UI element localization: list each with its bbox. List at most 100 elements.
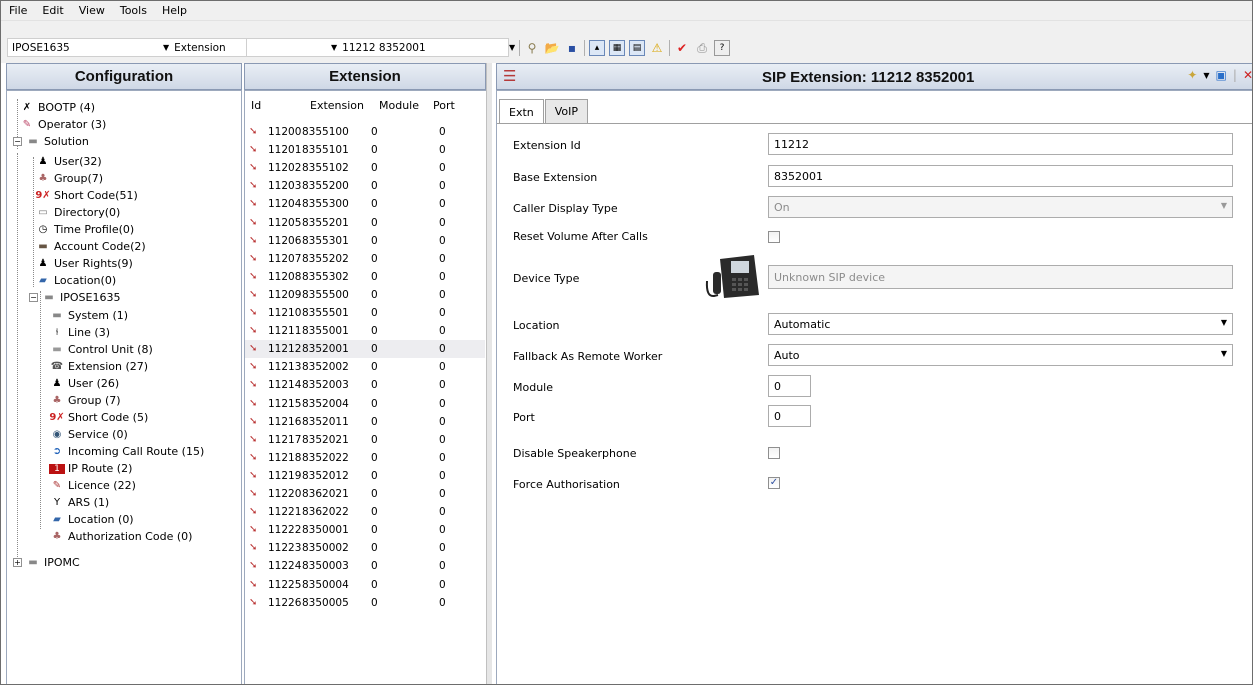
table-row[interactable]: ➘ 11210 8355501 0 0 <box>245 304 485 322</box>
table-row[interactable]: ➘ 11203 8355200 0 0 <box>245 177 485 195</box>
print-icon[interactable]: ⎙ <box>694 40 710 56</box>
menu-tools[interactable]: Tools <box>120 4 147 17</box>
table-row[interactable]: ➘ 11213 8352002 0 0 <box>245 358 485 376</box>
reset-volume-checkbox[interactable] <box>768 231 780 243</box>
tree-item-short-code[interactable]: 9✗ Short Code(51) <box>35 187 137 204</box>
table-row[interactable]: ➘ 11220 8362021 0 0 <box>245 485 485 503</box>
tree-item-ipose1635[interactable]: − ▬ IPOSE1635 <box>29 289 120 306</box>
close-icon[interactable]: ✕ <box>1243 68 1252 82</box>
warning-icon[interactable]: ⚠ <box>649 40 665 56</box>
export-icon[interactable]: ▣ <box>1216 68 1227 82</box>
tree-item-location-0[interactable]: ▰ Location (0) <box>49 511 133 528</box>
table-row[interactable]: ➘ 11202 8355102 0 0 <box>245 159 485 177</box>
table-row[interactable]: ➘ 11219 8352012 0 0 <box>245 467 485 485</box>
base-extension-field[interactable]: 8352001 <box>768 165 1233 187</box>
tree-item-ars[interactable]: Y ARS (1) <box>49 494 109 511</box>
list-view-icon[interactable]: ▤ <box>629 40 645 56</box>
column-header-port[interactable]: Port <box>433 99 455 112</box>
menu-edit[interactable]: Edit <box>42 4 63 17</box>
device-type-field[interactable]: Unknown SIP device <box>768 265 1233 289</box>
table-row[interactable]: ➘ 11200 8355100 0 0 <box>245 123 485 141</box>
table-row[interactable]: ➘ 11209 8355500 0 0 <box>245 286 485 304</box>
table-row[interactable]: ➘ 11216 8352011 0 0 <box>245 413 485 431</box>
tree-item-system[interactable]: ▬ System (1) <box>49 307 128 324</box>
tree-item-control-unit[interactable]: ▬ Control Unit (8) <box>49 341 152 358</box>
new-item-icon[interactable]: ✦ <box>1187 68 1197 82</box>
force-authorisation-checkbox[interactable]: ✓ <box>768 477 780 489</box>
open-folder-icon[interactable]: 📂 <box>544 40 560 56</box>
disable-speakerphone-checkbox[interactable] <box>768 447 780 459</box>
column-header-id[interactable]: Id <box>251 99 261 112</box>
tree-item-short-code-5[interactable]: 9✗ Short Code (5) <box>49 409 148 426</box>
record-select[interactable]: ▼ 11212 8352001 <box>247 38 509 57</box>
tree-item-user[interactable]: ♟ User(32) <box>35 153 102 170</box>
fallback-remote-worker-select[interactable]: Auto ▼ <box>768 344 1233 366</box>
tree-item-bootp[interactable]: ✗ BOOTP (4) <box>19 99 95 116</box>
user-rights-icon: ♟ <box>38 258 48 269</box>
menu-help[interactable]: Help <box>162 4 187 17</box>
record-select-dropdown[interactable]: ▼ <box>505 38 519 57</box>
table-row[interactable]: ➘ 11212 8352001 0 0 <box>245 340 485 359</box>
tree-item-user-26[interactable]: ♟ User (26) <box>49 375 120 392</box>
tree-item-group[interactable]: ♣ Group(7) <box>35 170 104 187</box>
table-row[interactable]: ➘ 11223 8350002 0 0 <box>245 539 485 557</box>
table-row[interactable]: ➘ 11214 8352003 0 0 <box>245 376 485 394</box>
menu-file[interactable]: File <box>9 4 27 17</box>
table-row[interactable]: ➘ 11205 8355201 0 0 <box>245 214 485 232</box>
system-select[interactable]: IPOSE1635 <box>7 38 162 57</box>
table-row[interactable]: ➘ 11226 8350005 0 0 <box>245 594 485 612</box>
table-row[interactable]: ➘ 11201 8355101 0 0 <box>245 141 485 159</box>
validate-check-icon[interactable]: ✔ <box>674 40 690 56</box>
users-icon[interactable]: ⚲ <box>524 40 540 56</box>
table-row[interactable]: ➘ 11215 8352004 0 0 <box>245 395 485 413</box>
table-row[interactable]: ➘ 11222 8350001 0 0 <box>245 521 485 539</box>
save-icon[interactable]: ▪ <box>564 40 580 56</box>
table-row[interactable]: ➘ 11204 8355300 0 0 <box>245 195 485 213</box>
list-scrollbar[interactable] <box>486 63 492 684</box>
table-row[interactable]: ➘ 11224 8350003 0 0 <box>245 557 485 575</box>
tree-item-extension[interactable]: ☎ Extension (27) <box>49 358 148 375</box>
tree-item-ipomc[interactable]: + ▬ IPOMC <box>13 554 80 571</box>
tree-item-line[interactable]: ⫮ Line (3) <box>49 324 110 341</box>
module-field[interactable]: 0 <box>768 375 811 397</box>
tree-item-solution[interactable]: − ▬ Solution <box>13 133 89 150</box>
port-field[interactable]: 0 <box>768 405 811 427</box>
tree-item-operator[interactable]: ✎ Operator (3) <box>19 116 107 133</box>
tab-voip[interactable]: VoIP <box>544 99 589 123</box>
tree-item-licence[interactable]: ✎ Licence (22) <box>49 477 136 494</box>
chevron-down-icon[interactable]: ▼ <box>1203 71 1209 80</box>
tree-item-group-7[interactable]: ♣ Group (7) <box>49 392 121 409</box>
help-icon[interactable]: ? <box>714 40 730 56</box>
tree-item-service[interactable]: ◉ Service (0) <box>49 426 128 443</box>
tree-item-account-code[interactable]: ▬ Account Code(2) <box>35 238 145 255</box>
table-row[interactable]: ➘ 11208 8355302 0 0 <box>245 268 485 286</box>
table-row[interactable]: ➘ 11218 8352022 0 0 <box>245 449 485 467</box>
panel-icon[interactable]: ▴ <box>589 40 605 56</box>
table-row[interactable]: ➘ 11221 8362022 0 0 <box>245 503 485 521</box>
tree-item-location[interactable]: ▰ Location(0) <box>35 272 116 289</box>
tree-item-ip-route[interactable]: 1 IP Route (2) <box>49 460 132 477</box>
caller-display-type-select[interactable]: On ▼ <box>768 196 1233 218</box>
list-menu-icon[interactable]: ☰ <box>503 67 516 85</box>
type-select[interactable]: ▼ Extension <box>159 38 247 57</box>
location-select[interactable]: Automatic ▼ <box>768 313 1233 335</box>
collapse-icon[interactable]: − <box>13 137 22 146</box>
tree-item-time-profile[interactable]: ◷ Time Profile(0) <box>35 221 135 238</box>
table-row[interactable]: ➘ 11206 8355301 0 0 <box>245 232 485 250</box>
menu-view[interactable]: View <box>79 4 105 17</box>
column-header-module[interactable]: Module <box>379 99 419 112</box>
tree-item-authorization-code[interactable]: ♣ Authorization Code (0) <box>49 528 193 545</box>
table-row[interactable]: ➘ 11225 8350004 0 0 <box>245 576 485 594</box>
extension-id-field[interactable]: 11212 <box>768 133 1233 155</box>
expand-icon[interactable]: + <box>13 558 22 567</box>
tree-item-directory[interactable]: ▭ Directory(0) <box>35 204 120 221</box>
tree-item-user-rights[interactable]: ♟ User Rights(9) <box>35 255 133 272</box>
column-header-extension[interactable]: Extension <box>310 99 364 112</box>
tree-item-incoming-call-route[interactable]: ➲ Incoming Call Route (15) <box>49 443 204 460</box>
collapse-icon[interactable]: − <box>29 293 38 302</box>
tab-extn[interactable]: Extn <box>499 99 544 124</box>
table-row[interactable]: ➘ 11207 8355202 0 0 <box>245 250 485 268</box>
tree-view-icon[interactable]: ▦ <box>609 40 625 56</box>
table-row[interactable]: ➘ 11211 8355001 0 0 <box>245 322 485 340</box>
table-row[interactable]: ➘ 11217 8352021 0 0 <box>245 431 485 449</box>
